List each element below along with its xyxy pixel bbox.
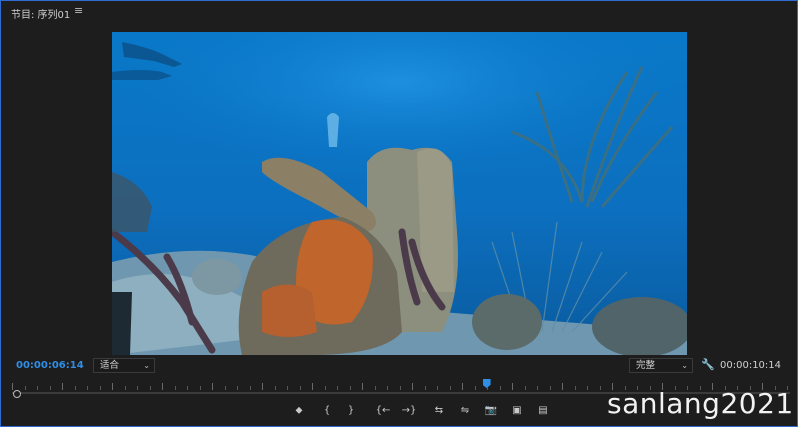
- chevron-down-icon: ⌄: [143, 361, 150, 370]
- duration-timecode: 00:00:10:14: [720, 360, 782, 371]
- overwrite-button[interactable]: ⇋: [457, 404, 473, 418]
- ruler-tick: [437, 386, 438, 390]
- ruler-tick: [600, 386, 601, 390]
- mark-in-button[interactable]: {: [321, 404, 333, 418]
- ruler-tick: [537, 386, 538, 390]
- ruler-tick: [525, 386, 526, 390]
- ruler-tick: [187, 386, 188, 390]
- ruler-tick: [512, 383, 513, 390]
- settings-wrench-icon[interactable]: 🔧: [701, 358, 715, 371]
- ruler-tick: [275, 386, 276, 390]
- ruler-tick: [200, 386, 201, 390]
- export-frame-button[interactable]: 📷: [483, 404, 499, 418]
- ruler-tick: [87, 386, 88, 390]
- ruler-tick: [150, 386, 151, 390]
- ruler-tick: [25, 386, 26, 390]
- ruler-tick: [225, 386, 226, 390]
- zoom-level-value: 适合: [100, 360, 120, 371]
- ruler-tick: [162, 383, 163, 390]
- ruler-tick: [400, 386, 401, 390]
- program-monitor-panel: 节目: 序列01 ≡ 00:00:06:14 适合 ⌄ 完整 ⌄ 🔧 00:00…: [0, 0, 798, 427]
- playback-resolution-select[interactable]: 完整 ⌄: [629, 358, 693, 373]
- ruler-tick: [325, 386, 326, 390]
- ruler-tick: [550, 386, 551, 390]
- ruler-tick: [500, 386, 501, 390]
- ruler-tick: [100, 386, 101, 390]
- ruler-tick: [312, 383, 313, 390]
- ruler-tick: [575, 386, 576, 390]
- panel-menu-icon[interactable]: ≡: [74, 4, 83, 17]
- ruler-tick: [12, 383, 13, 390]
- ruler-tick: [237, 386, 238, 390]
- zoom-handle[interactable]: [13, 390, 21, 398]
- ruler-tick: [362, 383, 363, 390]
- ruler-tick: [375, 386, 376, 390]
- panel-title: 节目: 序列01: [11, 10, 71, 21]
- ruler-tick: [337, 386, 338, 390]
- video-preview: [112, 32, 687, 355]
- insert-button[interactable]: ⇆: [431, 404, 447, 418]
- ruler-tick: [112, 383, 113, 390]
- underwater-reef-frame: [112, 32, 687, 355]
- ruler-tick: [300, 386, 301, 390]
- mark-out-button[interactable]: }: [345, 404, 357, 418]
- ruler-tick: [462, 383, 463, 390]
- playback-resolution-value: 完整: [636, 360, 656, 371]
- ruler-tick: [137, 386, 138, 390]
- ruler-tick: [587, 386, 588, 390]
- ruler-tick: [37, 386, 38, 390]
- ruler-tick: [475, 386, 476, 390]
- ruler-tick: [75, 386, 76, 390]
- chevron-down-icon: ⌄: [681, 361, 688, 370]
- ruler-tick: [450, 386, 451, 390]
- ruler-tick: [50, 386, 51, 390]
- add-marker-button[interactable]: ⬥: [291, 404, 307, 418]
- ruler-tick: [562, 383, 563, 390]
- ruler-tick: [412, 383, 413, 390]
- ruler-tick: [125, 386, 126, 390]
- ruler-tick: [287, 386, 288, 390]
- go-to-out-button[interactable]: →}: [401, 404, 417, 418]
- ruler-tick: [250, 386, 251, 390]
- zoom-level-select[interactable]: 适合 ⌄: [93, 358, 155, 373]
- go-to-in-button[interactable]: {←: [375, 404, 391, 418]
- proxy-toggle-button[interactable]: ▤: [535, 404, 551, 418]
- ruler-tick: [262, 383, 263, 390]
- ruler-tick: [212, 383, 213, 390]
- ruler-tick: [425, 386, 426, 390]
- ruler-tick: [387, 386, 388, 390]
- current-timecode[interactable]: 00:00:06:14: [16, 360, 84, 371]
- watermark-text: sanlang2021: [607, 387, 794, 420]
- comparison-view-button[interactable]: ▣: [509, 404, 525, 418]
- ruler-tick: [62, 383, 63, 390]
- ruler-tick: [350, 386, 351, 390]
- panel-titlebar: 节目: 序列01 ≡: [1, 1, 797, 23]
- ruler-tick: [175, 386, 176, 390]
